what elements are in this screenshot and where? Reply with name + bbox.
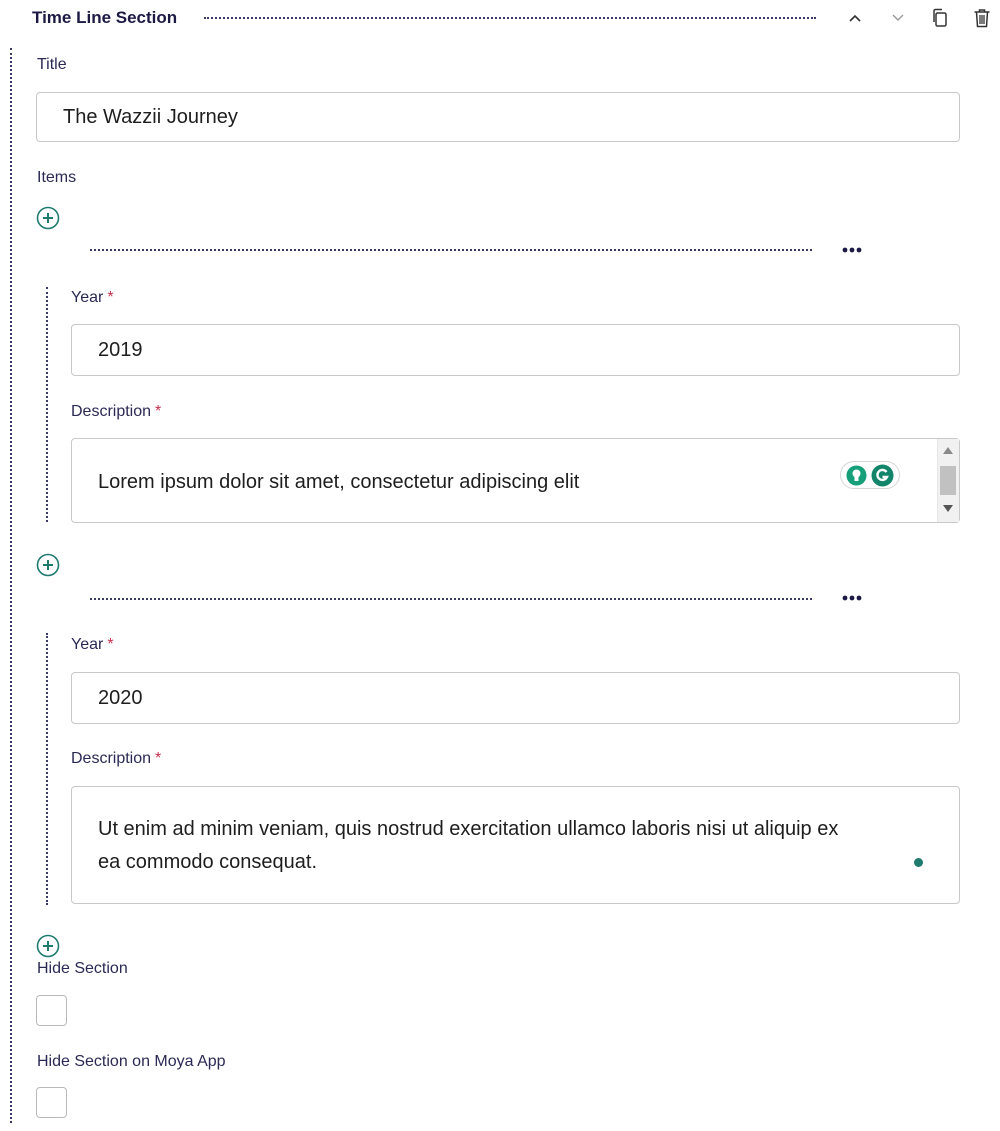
grammarly-status-dot[interactable] [914,858,923,867]
move-up-button[interactable] [841,4,869,32]
scroll-up-icon[interactable] [943,447,953,454]
add-item-button[interactable] [36,934,60,958]
hide-section-checkbox[interactable] [36,995,67,1026]
duplicate-button[interactable] [926,4,954,32]
item-outline [46,633,48,905]
items-label: Items [37,169,77,186]
required-marker: * [107,636,114,653]
item-more-button[interactable] [838,591,866,605]
description-text: Lorem ipsum dolor sit amet, consectetur … [98,471,580,493]
year-label-text: Year [71,289,104,306]
hide-section-label: Hide Section [37,960,128,977]
add-item-button[interactable] [36,206,60,230]
copy-icon [933,8,947,27]
title-input[interactable]: The Wazzii Journey [36,92,960,142]
section-title: Time Line Section [32,8,178,27]
scrollbar-thumb[interactable] [940,466,956,495]
description-line: Ut enim ad minim veniam, quis nostrud ex… [98,818,839,840]
move-down-button[interactable] [884,4,912,32]
item-outline [46,287,48,522]
add-item-button[interactable] [36,553,60,577]
description-label: Description * [71,750,161,768]
grammarly-widget[interactable] [840,461,900,489]
description-scrollbar[interactable] [937,439,959,522]
lightbulb-icon [846,465,867,486]
required-marker: * [155,403,162,420]
required-marker: * [155,750,162,767]
description-textarea[interactable]: Ut enim ad minim veniam, quis nostrud ex… [71,786,960,904]
item-divider [90,598,812,600]
description-line: ea commodo consequat. [98,851,318,873]
hide-section-moya-label: Hide Section on Moya App [37,1053,226,1070]
item-more-button[interactable] [838,243,866,257]
description-label: Description * [71,403,161,421]
required-marker: * [107,289,114,306]
section-outline [10,48,12,1123]
more-horizontal-icon [842,595,862,601]
title-label: Title [37,56,67,73]
delete-button[interactable] [968,4,996,32]
item-divider [90,249,812,251]
chevron-down-icon [892,14,904,21]
year-label: Year * [71,289,114,307]
year-input[interactable]: 2020 [71,672,960,724]
description-label-text: Description [71,403,152,420]
more-horizontal-icon [842,247,862,253]
description-text: Ut enim ad minim veniam, quis nostrud ex… [98,813,938,879]
header-divider [204,17,816,19]
description-textarea[interactable]: Lorem ipsum dolor sit amet, consectetur … [71,438,960,523]
description-label-text: Description [71,750,152,767]
hide-section-moya-checkbox[interactable] [36,1087,67,1118]
year-label-text: Year [71,636,104,653]
grammarly-icon [871,464,894,487]
scroll-down-icon[interactable] [943,505,953,512]
year-input[interactable]: 2019 [71,324,960,376]
chevron-up-icon [849,14,861,22]
trash-icon [974,9,990,28]
year-label: Year * [71,636,114,654]
